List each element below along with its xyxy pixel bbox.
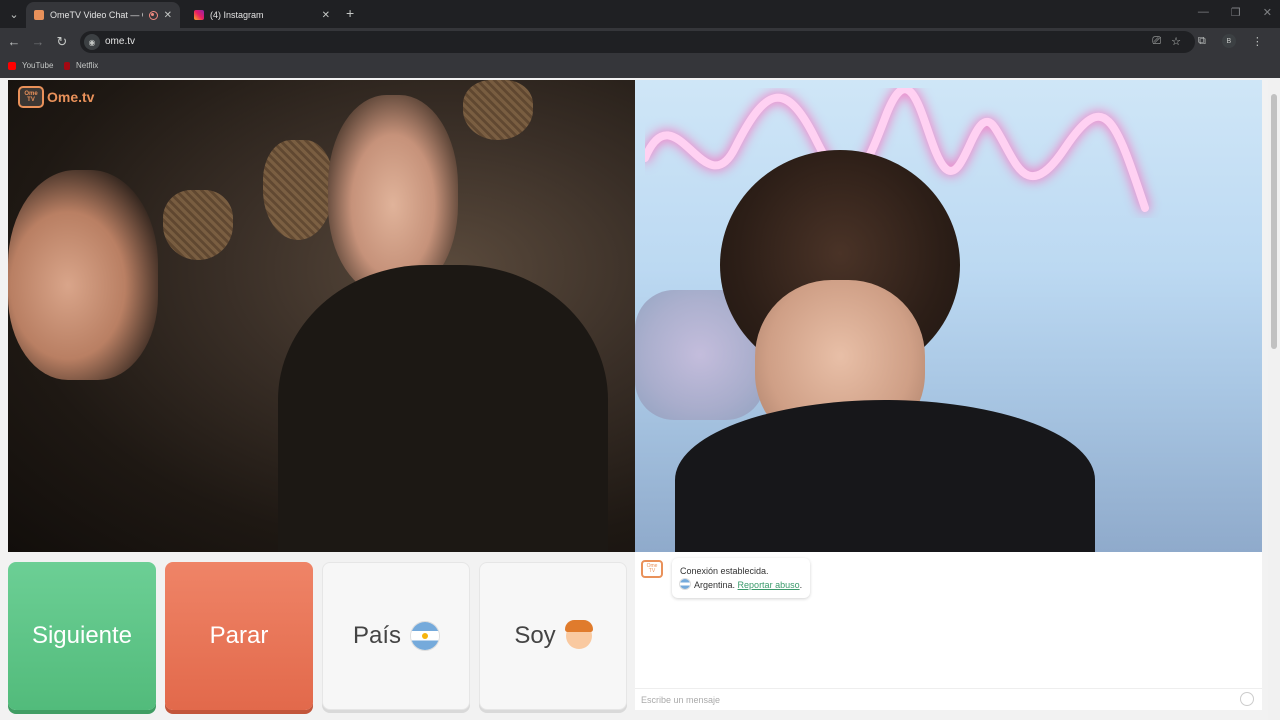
ometv-favicon-icon	[34, 10, 44, 20]
reload-icon[interactable]: ↻	[54, 34, 70, 50]
bookmark-netflix[interactable]: Netflix	[64, 61, 98, 70]
hoodie	[278, 265, 608, 552]
logo-text: Ome.tv	[47, 89, 95, 105]
emoji-icon[interactable]	[1240, 692, 1254, 706]
url-text[interactable]: ome.tv	[105, 36, 135, 47]
site-info-icon[interactable]: ◉	[84, 34, 100, 50]
report-suffix: .	[799, 580, 803, 590]
scroll-thumb[interactable]	[1271, 94, 1277, 349]
tab-strip: ⌄ OmeTV Video Chat — Ome ✕ (4) Instagram…	[0, 0, 1280, 28]
ometv-logo: Ome TV Ome.tv	[18, 86, 94, 108]
country-line: Argentina. Reportar abuso.	[680, 578, 802, 592]
instagram-favicon-icon	[194, 10, 204, 20]
ometv-tv-icon: Ome TV	[641, 560, 663, 578]
argentina-flag-icon	[680, 579, 690, 589]
window-controls: — ❐ ✕	[1198, 6, 1272, 19]
chat-panel: Ome TV Conexión establecida. Argentina. …	[635, 552, 1262, 710]
bookmarks-bar: YouTube Netflix	[0, 56, 1280, 78]
stop-button[interactable]: Parar	[165, 562, 313, 710]
install-app-icon[interactable]: ⎚	[1152, 35, 1161, 48]
omnibox-actions: ⎚ ☆	[1152, 35, 1181, 48]
wicker-lamp	[463, 80, 533, 140]
back-arrow-icon[interactable]: ←	[6, 34, 22, 50]
bookmark-youtube[interactable]: YouTube	[8, 61, 53, 70]
tab-ometv[interactable]: OmeTV Video Chat — Ome ✕	[26, 2, 180, 28]
chat-input-bar	[635, 688, 1262, 710]
wicker-lamp	[163, 190, 233, 260]
gender-select-button[interactable]: Soy	[479, 562, 627, 710]
page-scrollbar[interactable]	[1268, 80, 1280, 720]
country-button-label: País	[352, 622, 402, 649]
ometv-page: Ome TV Ome.tv Siguiente Parar País Soy O…	[0, 78, 1280, 720]
tab-search-chevron-icon[interactable]: ⌄	[4, 4, 24, 24]
extensions-puzzle-icon[interactable]: ⧉	[1198, 35, 1206, 48]
stranger-video: Ome TV Ome.tv	[8, 80, 635, 552]
message-input[interactable]	[641, 692, 1231, 708]
wicker-lamp	[263, 140, 333, 240]
system-message: Conexión establecida. Argentina. Reporta…	[672, 558, 811, 598]
next-button-label: Siguiente	[31, 622, 133, 649]
menu-kebab-icon[interactable]: ⋮	[1252, 35, 1263, 48]
browser-toolbar: ← → ↻ ◉ ome.tv ⎚ ☆ ⧉ B ⋮	[0, 28, 1280, 56]
gender-button-label: Soy	[514, 622, 556, 649]
forward-arrow-icon[interactable]: →	[30, 34, 46, 50]
person-left-face	[8, 170, 158, 380]
stop-button-label: Parar	[209, 622, 269, 649]
new-tab-plus-icon[interactable]: +	[346, 6, 354, 20]
profile-avatar[interactable]: B	[1221, 34, 1236, 48]
self-video	[635, 80, 1262, 552]
country-filter-button[interactable]: País	[322, 562, 470, 710]
country-name: Argentina.	[694, 580, 736, 590]
boy-emoji-icon	[564, 620, 593, 649]
bookmark-label: YouTube	[22, 61, 54, 70]
close-window-icon[interactable]: ✕	[1263, 6, 1272, 19]
youtube-icon	[8, 61, 16, 70]
tab-title: OmeTV Video Chat — Ome	[50, 10, 143, 20]
tab-title: (4) Instagram	[210, 10, 264, 20]
tab-instagram[interactable]: (4) Instagram ✕	[186, 2, 338, 28]
black-shirt	[675, 400, 1095, 552]
address-bar[interactable]: ◉ ome.tv ⎚ ☆	[80, 31, 1195, 53]
argentina-flag-icon	[411, 622, 440, 650]
recording-indicator-icon	[148, 10, 158, 20]
toolbar-right: ⧉ B ⋮	[1198, 34, 1263, 48]
restore-icon[interactable]: ❐	[1231, 6, 1241, 19]
next-button[interactable]: Siguiente	[8, 562, 156, 710]
bookmark-star-icon[interactable]: ☆	[1171, 35, 1181, 48]
minimize-icon[interactable]: —	[1198, 6, 1209, 19]
close-tab-icon[interactable]: ✕	[322, 10, 330, 21]
ometv-tv-icon: Ome TV	[18, 86, 44, 108]
bookmark-label: Netflix	[76, 61, 99, 70]
close-tab-icon[interactable]: ✕	[164, 10, 172, 21]
report-abuse-link[interactable]: Reportar abuso	[738, 580, 800, 590]
connection-status: Conexión establecida.	[680, 566, 769, 576]
netflix-icon	[64, 61, 70, 70]
